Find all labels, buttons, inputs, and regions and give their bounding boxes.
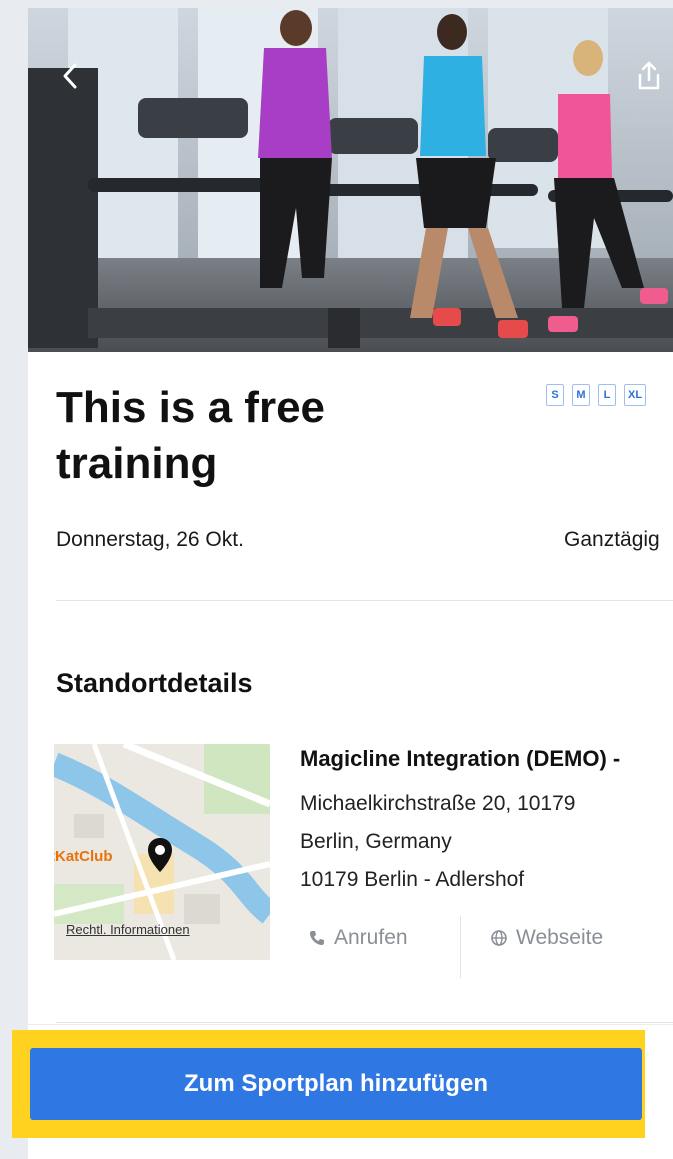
back-button[interactable] (50, 56, 90, 96)
chevron-left-icon (63, 63, 77, 89)
website-button[interactable]: Webseite (490, 926, 603, 950)
size-chip-m: M (572, 384, 590, 406)
event-detail-screen: This is a free training S M L XL Donners… (28, 8, 673, 1159)
event-time: Ganztägig (564, 528, 660, 551)
map-club-label: tKatClub (54, 848, 113, 865)
map-pin-icon (148, 838, 172, 872)
size-chip-l: L (598, 384, 616, 406)
size-chip-xl: XL (624, 384, 647, 406)
action-separator (460, 916, 461, 978)
section-title-location: Standortdetails (56, 668, 253, 698)
event-date: Donnerstag, 26 Okt. (56, 528, 244, 551)
call-button[interactable]: Anrufen (308, 926, 408, 950)
location-address-line3: 10179 Berlin - Adlershof (300, 868, 525, 891)
divider (56, 1022, 673, 1023)
size-chip-s: S (546, 384, 564, 406)
size-chips: S M L XL (546, 384, 647, 406)
share-icon (638, 61, 660, 90)
divider (56, 600, 673, 601)
event-title: This is a free training (56, 383, 326, 488)
share-button[interactable] (629, 56, 669, 96)
call-label: Anrufen (334, 926, 408, 949)
location-name: Magicline Integration (DEMO) - (300, 746, 621, 771)
map-legal-link[interactable]: Rechtl. Informationen (66, 922, 190, 937)
location-map[interactable]: tKatClub Rechtl. Informationen (54, 744, 270, 960)
location-address-line2: Berlin, Germany (300, 830, 452, 853)
phone-icon (310, 931, 324, 945)
hero-image (28, 8, 673, 352)
location-address-line1: Michaelkirchstraße 20, 10179 (300, 792, 576, 815)
add-to-plan-button[interactable]: Zum Sportplan hinzufügen (30, 1048, 642, 1120)
website-label: Webseite (516, 926, 604, 949)
globe-icon (491, 930, 507, 946)
